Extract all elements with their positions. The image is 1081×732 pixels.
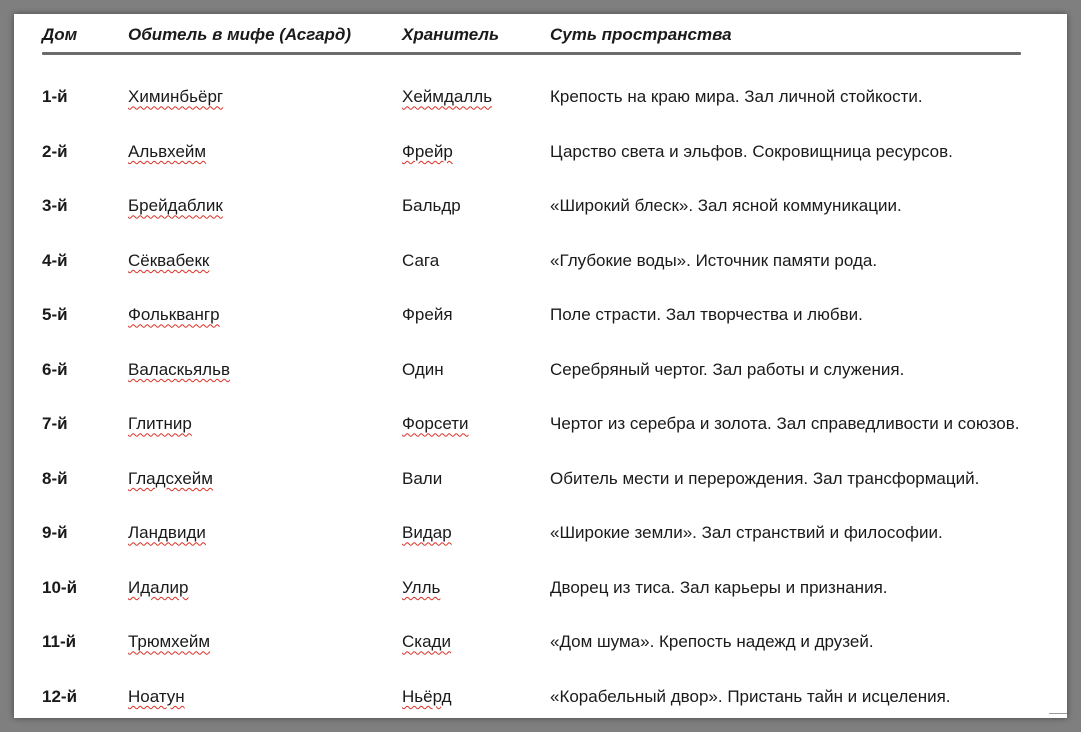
table-row: 7-й Глитнир Форсети Чертог из серебра и зол… <box>42 397 1062 452</box>
cell-abode: Брейдаблик <box>128 179 402 234</box>
keeper-name: Видар <box>402 523 452 543</box>
abode-name: Ландвиди <box>128 523 206 543</box>
cell-essence: «Корабельный двор». Пристань тайн и исце… <box>550 686 951 706</box>
table-row: 5-й Фольквангр Фрейя Поле страсти. Зал твор… <box>42 288 1062 343</box>
table-row: 2-й Альвхейм Фрейр Царство света и эльфов. … <box>42 125 1062 180</box>
keeper-name: Скади <box>402 632 451 652</box>
header-abode: Обитель в мифе (Асгард) <box>128 25 352 44</box>
abode-name: Гладсхейм <box>128 468 213 488</box>
header-house: Дом <box>42 25 78 44</box>
cell-keeper: Бальдр <box>402 179 550 234</box>
cell-abode: Сёквабекк <box>128 234 402 289</box>
keeper-name: Фрейя <box>402 305 453 325</box>
cell-essence: «Широкие земли». Зал странствий и филосо… <box>550 523 943 543</box>
cell-essence: Царство света и эльфов. Сокровищница рес… <box>550 141 953 161</box>
keeper-name: Сага <box>402 250 440 270</box>
keeper-name: Хеймдалль <box>402 87 493 107</box>
cell-abode: Валаскьяльв <box>128 343 402 398</box>
cell-house: 7-й <box>42 414 68 434</box>
keeper-name: Один <box>402 359 444 379</box>
cell-house: 8-й <box>42 468 68 488</box>
keeper-name: Улль <box>402 577 441 597</box>
cell-house: 2-й <box>42 141 68 161</box>
cell-essence: Чертог из серебра и золота. Зал справедл… <box>550 414 1020 434</box>
cell-keeper: Фрейр <box>402 125 550 180</box>
cell-house: 12-й <box>42 686 78 706</box>
cell-essence: Серебряный чертог. Зал работы и служения… <box>550 359 905 379</box>
keeper-name: Фрейр <box>402 141 453 161</box>
cell-essence: Крепость на краю мира. Зал личной стойко… <box>550 87 923 107</box>
abode-name: Альвхейм <box>128 141 207 161</box>
cell-house: 11-й <box>42 632 77 652</box>
cell-essence: «Глубокие воды». Источник памяти рода. <box>550 250 878 270</box>
keeper-name: Бальдр <box>402 196 461 216</box>
cell-abode: Альвхейм <box>128 125 402 180</box>
houses-table: Дом Обитель в мифе (Асгард) Хранитель Су… <box>42 20 1062 718</box>
cell-abode: Трюмхейм <box>128 615 402 670</box>
abode-name: Ноатун <box>128 686 185 706</box>
cell-essence: «Широкий блеск». Зал ясной коммуникации. <box>550 196 902 216</box>
table-row: 8-й Гладсхейм Вали Обитель мести и перерожд… <box>42 452 1062 507</box>
abode-name: Брейдаблик <box>128 196 223 216</box>
table-row: 12-й Ноатун Ньёрд «Корабельный двор». Прист… <box>42 670 1062 719</box>
cell-house: 3-й <box>42 196 68 216</box>
cell-house: 6-й <box>42 359 68 379</box>
cell-abode: Гладсхейм <box>128 452 402 507</box>
cell-essence: Поле страсти. Зал творчества и любви. <box>550 305 863 325</box>
page-corner-mark <box>1049 713 1067 714</box>
header-essence: Суть пространства <box>550 25 732 44</box>
keeper-name: Форсети <box>402 414 469 434</box>
cell-keeper: Хеймдалль <box>402 70 550 125</box>
document-page: Дом Обитель в мифе (Асгард) Хранитель Су… <box>14 14 1067 718</box>
table-row: 6-й Валаскьяльв Один Серебряный чертог. Зал… <box>42 343 1062 398</box>
abode-name: Глитнир <box>128 414 192 434</box>
abode-name: Идалир <box>128 577 189 597</box>
cell-keeper: Улль <box>402 561 550 616</box>
cell-abode: Глитнир <box>128 397 402 452</box>
cell-house: 9-й <box>42 523 68 543</box>
cell-keeper: Видар <box>402 506 550 561</box>
abode-name: Фольквангр <box>128 305 220 325</box>
cell-keeper: Скади <box>402 615 550 670</box>
abode-name: Химинбьёрг <box>128 87 224 107</box>
table-header-row: Дом Обитель в мифе (Асгард) Хранитель Су… <box>42 20 1062 50</box>
cell-house: 4-й <box>42 250 68 270</box>
cell-abode: Ноатун <box>128 670 402 719</box>
cell-essence: Обитель мести и перерождения. Зал трансф… <box>550 468 980 488</box>
table-row: 10-й Идалир Улль Дворец из тиса. Зал карьер… <box>42 561 1062 616</box>
table-row: 11-й Трюмхейм Скади «Дом шума». Крепость на… <box>42 615 1062 670</box>
abode-name: Валаскьяльв <box>128 359 230 379</box>
cell-abode: Фольквангр <box>128 288 402 343</box>
table-row: 4-й Сёквабекк Сага «Глубокие воды». Источни… <box>42 234 1062 289</box>
table-body: 1-й Химинбьёрг Хеймдалль Крепость на краю м… <box>42 70 1062 718</box>
table-row: 1-й Химинбьёрг Хеймдалль Крепость на краю м… <box>42 70 1062 125</box>
cell-keeper: Один <box>402 343 550 398</box>
cell-keeper: Вали <box>402 452 550 507</box>
cell-keeper: Фрейя <box>402 288 550 343</box>
cell-house: 1-й <box>42 87 68 107</box>
cell-abode: Идалир <box>128 561 402 616</box>
cell-keeper: Форсети <box>402 397 550 452</box>
keeper-name: Ньёрд <box>402 686 452 706</box>
cell-house: 5-й <box>42 305 68 325</box>
abode-name: Трюмхейм <box>128 632 211 652</box>
cell-abode: Ландвиди <box>128 506 402 561</box>
cell-essence: Дворец из тиса. Зал карьеры и признания. <box>550 577 888 597</box>
table-row: 9-й Ландвиди Видар «Широкие земли». Зал стр… <box>42 506 1062 561</box>
cell-abode: Химинбьёрг <box>128 70 402 125</box>
cell-keeper: Сага <box>402 234 550 289</box>
table-row: 3-й Брейдаблик Бальдр «Широкий блеск». Зал … <box>42 179 1062 234</box>
cell-house: 10-й <box>42 577 78 597</box>
cell-keeper: Ньёрд <box>402 670 550 719</box>
cell-essence: «Дом шума». Крепость надежд и друзей. <box>550 632 874 652</box>
header-keeper: Хранитель <box>402 25 500 44</box>
keeper-name: Вали <box>402 468 443 488</box>
abode-name: Сёквабекк <box>128 250 210 270</box>
